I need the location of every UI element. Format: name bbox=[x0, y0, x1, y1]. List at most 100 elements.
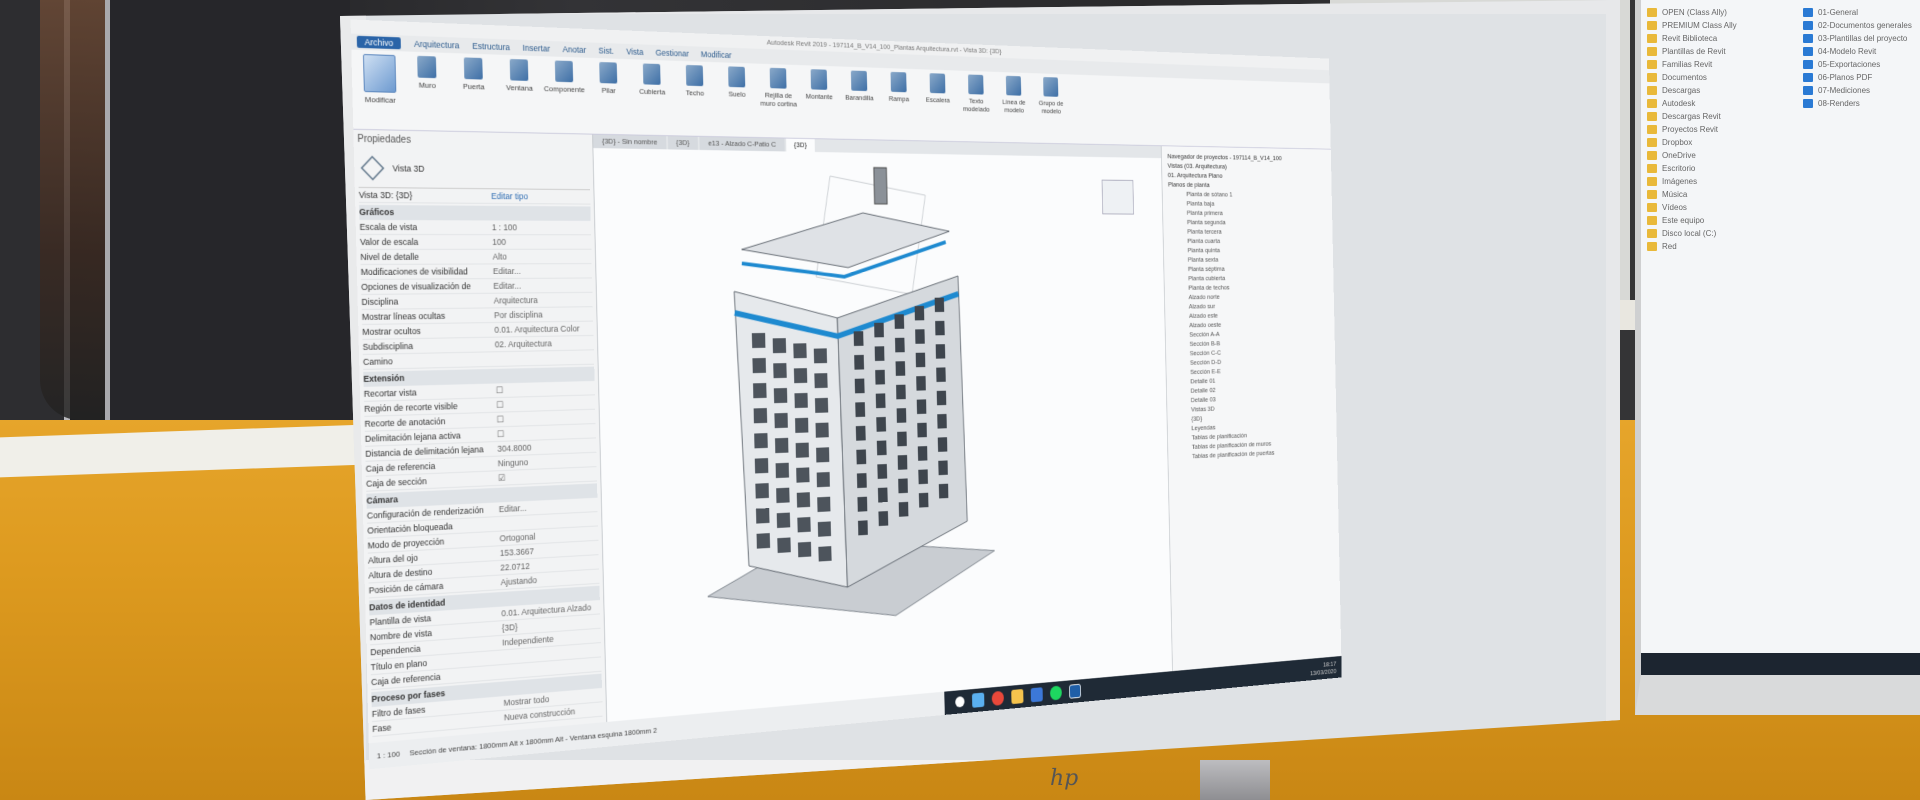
right-taskbar[interactable] bbox=[1641, 653, 1920, 675]
revit-icon[interactable] bbox=[1069, 683, 1082, 699]
property-row[interactable]: Escala de vista 1 : 100 bbox=[359, 219, 592, 236]
property-value[interactable]: Arquitectura bbox=[494, 293, 593, 308]
ribbon-tool-button[interactable]: Texto modelado bbox=[958, 74, 994, 138]
property-value[interactable]: 1 : 100 bbox=[492, 220, 591, 234]
nav-item[interactable]: Disco local (C:) bbox=[1647, 227, 1797, 240]
nav-item[interactable]: OneDrive bbox=[1647, 149, 1797, 162]
nav-item-label: Documentos bbox=[1662, 73, 1707, 82]
file-item[interactable]: 01-General bbox=[1803, 6, 1919, 19]
nav-item[interactable]: Este equipo bbox=[1647, 214, 1797, 227]
menu-tab[interactable]: Gestionar bbox=[655, 48, 689, 59]
file-item[interactable]: 08-Renders bbox=[1803, 97, 1919, 110]
property-value[interactable]: Editar... bbox=[493, 278, 592, 292]
nav-item[interactable]: Documentos bbox=[1647, 71, 1797, 84]
view-tab[interactable]: {3D} bbox=[785, 138, 816, 152]
scale-readout[interactable]: 1 : 100 bbox=[377, 749, 400, 760]
window bbox=[914, 305, 925, 321]
menu-tab[interactable]: Modificar bbox=[701, 49, 732, 59]
property-row[interactable]: Modificaciones de visibilidad Editar... bbox=[360, 264, 593, 280]
nav-item[interactable]: Familias Revit bbox=[1647, 58, 1797, 71]
file-item[interactable]: 06-Planos PDF bbox=[1803, 71, 1919, 84]
view-cube[interactable] bbox=[1101, 179, 1134, 215]
system-clock[interactable]: 18:17 13/03/2020 bbox=[1310, 659, 1342, 677]
file-item[interactable]: 07-Mediciones bbox=[1803, 84, 1919, 97]
edit-type-button[interactable]: Editar tipo bbox=[491, 189, 590, 203]
browser-item[interactable]: Planta tercera bbox=[1166, 227, 1330, 237]
file-item[interactable]: 03-Plantillas del proyecto bbox=[1803, 32, 1919, 45]
file-item[interactable]: 05-Exportaciones bbox=[1803, 58, 1919, 71]
property-value[interactable]: 02. Arquitectura bbox=[495, 336, 594, 351]
view-tab[interactable]: {3D} - Sin nombre bbox=[593, 134, 667, 150]
type-selector[interactable]: Vista 3D bbox=[357, 148, 590, 191]
menu-tab[interactable]: Arquitectura bbox=[414, 39, 460, 51]
file-item[interactable]: 02-Documentos generales bbox=[1803, 19, 1919, 32]
property-value[interactable]: Editar... bbox=[493, 264, 592, 278]
nav-item[interactable]: Dropbox bbox=[1647, 136, 1797, 149]
search-icon[interactable] bbox=[955, 696, 965, 708]
window bbox=[775, 462, 790, 479]
property-value[interactable]: ☑ bbox=[498, 467, 597, 485]
menu-tab[interactable]: Estructura bbox=[472, 41, 510, 52]
outlook-icon[interactable] bbox=[1030, 687, 1043, 703]
menu-tab[interactable]: Insertar bbox=[523, 43, 551, 54]
property-value[interactable]: 0.01. Arquitectura Color bbox=[494, 322, 593, 337]
ribbon-tool-button[interactable]: Rampa bbox=[880, 71, 918, 137]
property-row[interactable]: Valor de escala 100 bbox=[359, 234, 592, 250]
nav-item[interactable]: OPEN (Class Ally) bbox=[1647, 6, 1797, 19]
property-section-header[interactable]: Gráficos bbox=[359, 204, 591, 221]
ribbon-tool-button[interactable]: Pilar bbox=[588, 61, 630, 131]
ribbon-tool-button[interactable]: Cubierta bbox=[632, 63, 673, 131]
ribbon-tool-button[interactable]: Modificar bbox=[357, 53, 403, 126]
3d-viewport[interactable]: {3D} - Sin nombre {3D} e13 - Alzado C-Pati… bbox=[593, 134, 1173, 722]
property-value[interactable]: ☐ bbox=[496, 381, 595, 397]
file-item[interactable]: 04-Modelo Revit bbox=[1803, 45, 1919, 58]
nav-item[interactable]: Revit Biblioteca bbox=[1647, 32, 1797, 45]
nav-item[interactable]: Descargas bbox=[1647, 84, 1797, 97]
property-value[interactable]: 100 bbox=[492, 235, 591, 249]
menu-tab[interactable]: Anotar bbox=[563, 44, 587, 54]
nav-item[interactable]: PREMIUM Class Ally bbox=[1647, 19, 1797, 32]
property-value[interactable] bbox=[495, 350, 594, 366]
folder-icon[interactable] bbox=[1011, 688, 1024, 705]
nav-item[interactable]: Autodesk bbox=[1647, 97, 1797, 110]
ribbon-tool-button[interactable]: Ventana bbox=[498, 58, 541, 129]
file-explorer-window[interactable]: OPEN (Class Ally) PREMIUM Class Ally Revit… bbox=[1641, 0, 1920, 675]
nav-item[interactable]: Vídeos bbox=[1647, 201, 1797, 214]
nav-item[interactable]: Escritorio bbox=[1647, 162, 1797, 175]
ribbon-tool-button[interactable]: Escalera bbox=[919, 73, 956, 138]
property-value[interactable]: Alto bbox=[492, 250, 591, 264]
ribbon-tool-button[interactable]: Componente bbox=[543, 60, 586, 130]
browser-item[interactable]: Planta cuarta bbox=[1166, 236, 1330, 245]
ribbon-tool-button[interactable]: Muro bbox=[405, 55, 450, 126]
ribbon-tool-button[interactable]: Techo bbox=[675, 64, 716, 133]
task-view-icon[interactable] bbox=[971, 692, 985, 708]
chrome-icon[interactable] bbox=[991, 690, 1005, 706]
nav-item[interactable]: Imágenes bbox=[1647, 175, 1797, 188]
ribbon-tool-button[interactable]: Puerta bbox=[452, 57, 496, 128]
browser-item[interactable]: Planta segunda bbox=[1166, 217, 1330, 227]
property-value[interactable]: Por disciplina bbox=[494, 307, 593, 322]
menu-tab[interactable]: Archivo bbox=[356, 35, 401, 50]
ribbon-tool-button[interactable]: Suelo bbox=[717, 66, 757, 133]
ribbon-tool-button[interactable]: Montante bbox=[800, 69, 839, 135]
spotify-icon[interactable] bbox=[1049, 685, 1063, 701]
menu-tab[interactable]: Sist. bbox=[598, 46, 614, 56]
nav-item[interactable]: Plantillas de Revit bbox=[1647, 45, 1797, 58]
ribbon-tool-button[interactable]: Línea de modelo bbox=[996, 75, 1032, 139]
explorer-file-list[interactable]: 01-General 02-Documentos generales 03-Plan… bbox=[1803, 6, 1919, 253]
ribbon-tool-button[interactable]: Barandilla bbox=[840, 70, 878, 136]
nav-item[interactable]: Música bbox=[1647, 188, 1797, 201]
window bbox=[818, 546, 832, 562]
ribbon-tool-button[interactable]: Rejilla de muro cortina bbox=[759, 67, 798, 134]
folder-icon bbox=[1647, 190, 1657, 199]
browser-item[interactable]: Planta quinta bbox=[1167, 245, 1331, 254]
nav-item[interactable]: Proyectos Revit bbox=[1647, 123, 1797, 136]
property-row[interactable]: Nivel de detalle Alto bbox=[360, 249, 592, 265]
nav-item[interactable]: Descargas Revit bbox=[1647, 110, 1797, 123]
view-tab[interactable]: {3D} bbox=[667, 136, 699, 150]
nav-item[interactable]: Red bbox=[1647, 240, 1797, 253]
view-tab[interactable]: e13 - Alzado C-Patio C bbox=[699, 136, 785, 152]
ribbon-tool-button[interactable]: Grupo de modelo bbox=[1033, 77, 1068, 140]
menu-tab[interactable]: Vista bbox=[626, 47, 643, 57]
explorer-nav-pane[interactable]: OPEN (Class Ally) PREMIUM Class Ally Revit… bbox=[1647, 6, 1797, 253]
